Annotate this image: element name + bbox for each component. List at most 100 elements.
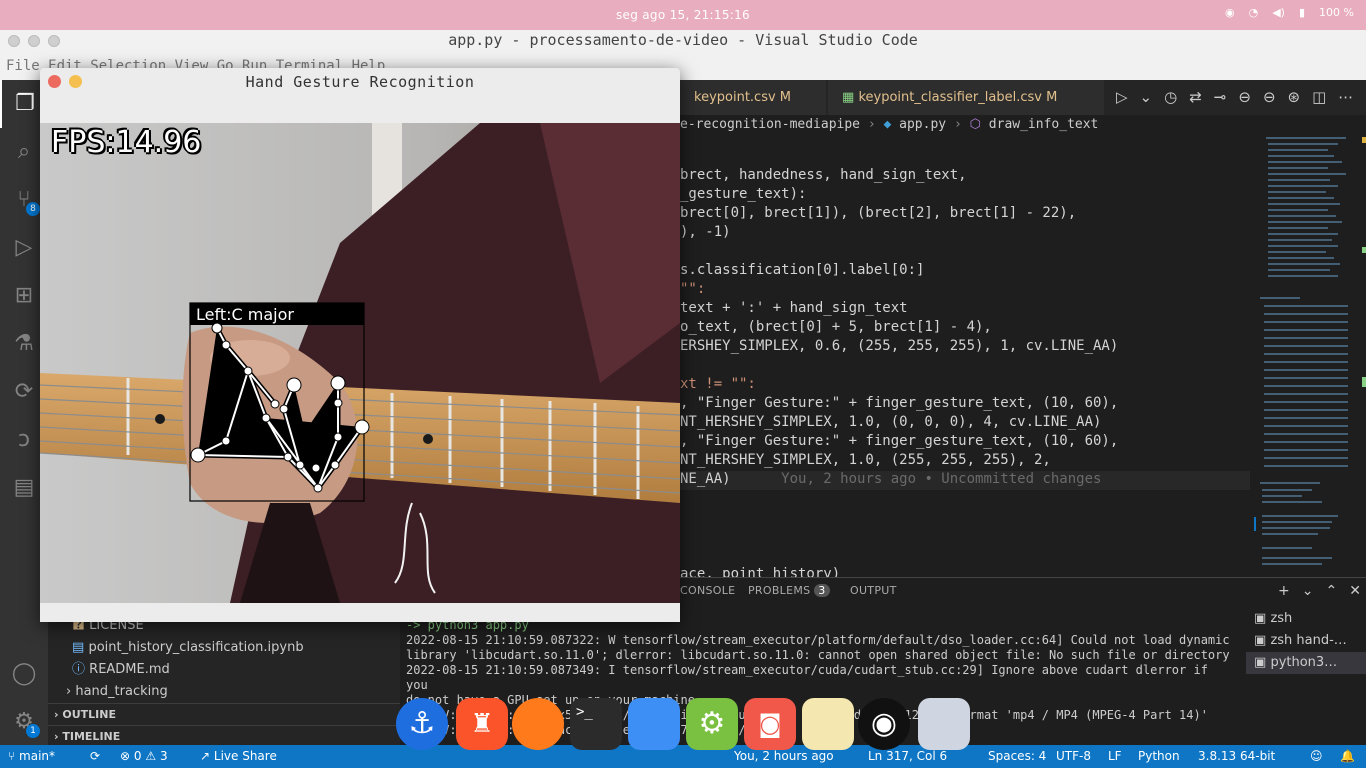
- problems-item[interactable]: ⊗ 0 ⚠ 3: [120, 749, 168, 763]
- feedback-icon[interactable]: ☺: [1310, 749, 1323, 763]
- gesture-window-title: Hand Gesture Recognition: [245, 73, 475, 91]
- history-icon[interactable]: ◷: [1164, 88, 1177, 106]
- sync-icon[interactable]: ⟳: [90, 749, 100, 763]
- finder-icon[interactable]: [628, 698, 680, 750]
- tab-console[interactable]: CONSOLE: [680, 584, 735, 597]
- settings-app-icon[interactable]: ⚙: [686, 698, 738, 750]
- battery-icon[interactable]: ▮: [1299, 6, 1305, 19]
- terminal-app-icon[interactable]: >_: [570, 698, 622, 750]
- terminal-icon: ▣: [1254, 633, 1267, 648]
- encoding[interactable]: UTF-8: [1056, 749, 1091, 763]
- branch-item[interactable]: ⑂ main*: [8, 749, 55, 763]
- live-share-item[interactable]: ↗ Live Share: [200, 749, 277, 763]
- code-line: NT_HERSHEY_SIMPLEX, 1.0, (0, 0, 0), 4, c…: [680, 414, 1102, 430]
- mac-menubar: seg ago 15, 21:15:16 ◉ ◔ ◀) ▮ 100 %: [0, 0, 1366, 30]
- panel-actions: + ⌄ ⌃ ✕: [1278, 583, 1361, 599]
- outline-section[interactable]: › OUTLINE: [48, 703, 400, 725]
- python-icon: ◆: [883, 117, 892, 132]
- timeline-section[interactable]: › TIMELINE: [48, 725, 400, 747]
- scm-badge: 8: [26, 202, 40, 216]
- code-line: _gesture_text):: [680, 186, 807, 202]
- more-icon[interactable]: ⋯: [1338, 88, 1353, 106]
- gesture-window[interactable]: Hand Gesture Recognition Left:C major FP…: [40, 68, 680, 622]
- account-icon[interactable]: ◯: [0, 650, 48, 698]
- code-line: ), -1): [680, 224, 731, 240]
- eol[interactable]: LF: [1108, 749, 1122, 763]
- code-line: , "Finger Gesture:" + finger_gesture_tex…: [680, 433, 1119, 449]
- run-icon[interactable]: ▷: [1116, 88, 1128, 106]
- fps-counter: FPS:14.96: [51, 125, 202, 160]
- code-line: "":: [680, 281, 706, 297]
- code-line: , "Finger Gesture:" + finger_gesture_tex…: [680, 395, 1119, 411]
- minimap-lines: [1254, 137, 1366, 565]
- obs-tray-icon[interactable]: ◉: [1225, 6, 1235, 19]
- code-line: NT_HERSHEY_SIMPLEX, 1.0, (255, 255, 255)…: [680, 452, 1051, 468]
- chevron-down-icon[interactable]: ⌄: [1140, 88, 1153, 106]
- problems-count: 3: [814, 584, 830, 597]
- notes-app-icon[interactable]: [802, 698, 854, 750]
- terminal-item-active[interactable]: ▣ python3…: [1246, 652, 1366, 674]
- wifi-icon[interactable]: ◔: [1249, 6, 1259, 19]
- next-change-icon[interactable]: ⊖: [1263, 88, 1276, 106]
- current-line: NE_AA) You, 2 hours ago • Uncommitted ch…: [680, 471, 1250, 490]
- file-item[interactable]: ▤ point_history_classification.ipynb: [48, 637, 400, 659]
- file-item[interactable]: ⓘ README.md: [48, 659, 400, 681]
- new-terminal-icon[interactable]: +: [1278, 583, 1290, 599]
- code-line: o_text, (brect[0] + 5, brect[1] - 4),: [680, 319, 992, 335]
- compare-icon[interactable]: ⇄: [1189, 88, 1202, 106]
- code-line: brect, handedness, hand_sign_text,: [680, 167, 967, 183]
- clock[interactable]: seg ago 15, 21:15:16: [0, 8, 1366, 22]
- terminal-item[interactable]: ▣ zsh: [1246, 608, 1366, 630]
- hand-sign-label: Left:C major: [196, 305, 294, 324]
- close-icon[interactable]: ✕: [1349, 583, 1361, 599]
- volume-icon[interactable]: ◀): [1272, 6, 1285, 19]
- camera-frame: Left:C major FPS:14.96: [40, 123, 680, 603]
- code-line: text + ':' + hand_sign_text: [680, 300, 908, 316]
- camera-app-icon[interactable]: ◙: [744, 698, 796, 750]
- branch-icon: ⑂: [8, 749, 16, 763]
- explorer-sidebar: 🯄 LICENSE ▤ point_history_classification…: [48, 615, 400, 745]
- window-title: app.py - processamento-de-video - Visual…: [448, 31, 918, 49]
- commit-icon[interactable]: ⊸: [1214, 88, 1227, 106]
- live-share-icon: ↗: [200, 749, 211, 763]
- info-icon: ⓘ: [72, 662, 86, 677]
- terminal-icon: ▣: [1254, 655, 1267, 670]
- tab-keypoint-csv[interactable]: keypoint.csv M: [680, 80, 826, 115]
- python-interpreter[interactable]: 3.8.13 64-bit: [1198, 749, 1275, 763]
- git-blame-inline: You, 2 hours ago • Uncommitted changes: [781, 471, 1102, 487]
- notifications-icon[interactable]: 🔔: [1340, 749, 1355, 763]
- language-mode[interactable]: Python: [1138, 749, 1180, 763]
- battery-level: 100 %: [1319, 6, 1354, 19]
- breadcrumb: e-recognition-mediapipe › ◆ app.py › ⬡ d…: [680, 115, 1250, 137]
- code-line: brect[0], brect[1]), (brect[2], brect[1]…: [680, 205, 1077, 221]
- indentation[interactable]: Spaces: 4: [988, 749, 1046, 763]
- editor-tabs: keypoint.csv M ▦ keypoint_classifier_lab…: [680, 80, 1366, 115]
- folder-item[interactable]: › hand_tracking: [48, 681, 400, 703]
- firefox-icon[interactable]: [512, 698, 564, 750]
- code-line: ERSHEY_SIMPLEX, 0.6, (255, 255, 255), 1,…: [680, 338, 1119, 354]
- prev-change-icon[interactable]: ⊖: [1238, 88, 1251, 106]
- code-line: xt != "":: [680, 376, 756, 392]
- code-line: s.classification[0].label[0:]: [680, 262, 925, 278]
- split-editor-icon[interactable]: ◫: [1312, 88, 1326, 106]
- terminal-item[interactable]: ▣ zsh hand-…: [1246, 630, 1366, 652]
- brave-browser-icon[interactable]: ♜: [456, 698, 508, 750]
- code-editor[interactable]: brect, handedness, hand_sign_text, _gest…: [680, 137, 1250, 582]
- settings-badge: 1: [26, 724, 40, 738]
- tab-output[interactable]: OUTPUT: [850, 584, 897, 597]
- chevron-up-icon[interactable]: ⌃: [1325, 583, 1337, 599]
- warning-icon: ⚠: [145, 749, 157, 763]
- tab-keypoint-classifier-label[interactable]: ▦ keypoint_classifier_label.csv M: [828, 80, 1104, 115]
- dock: ⚓ ♜ >_ ⚙ ◙ ◉: [388, 698, 978, 768]
- blame-icon[interactable]: ⊛: [1288, 88, 1301, 106]
- vscode-titlebar: app.py - processamento-de-video - Visual…: [0, 30, 1366, 52]
- obs-app-icon[interactable]: ◉: [858, 698, 910, 750]
- editor-actions: ▷ ⌄ ◷ ⇄ ⊸ ⊖ ⊖ ⊛ ◫ ⋯: [1116, 88, 1353, 106]
- chevron-down-icon[interactable]: ⌄: [1302, 583, 1314, 599]
- minimap[interactable]: [1250, 137, 1366, 577]
- tab-problems[interactable]: PROBLEMS 3: [748, 584, 830, 597]
- anchor-app-icon[interactable]: ⚓: [396, 698, 448, 750]
- window-app-icon[interactable]: [918, 698, 970, 750]
- csv-icon: ▦: [842, 90, 855, 105]
- settings-gear-icon[interactable]: ⚙ 1: [0, 698, 48, 746]
